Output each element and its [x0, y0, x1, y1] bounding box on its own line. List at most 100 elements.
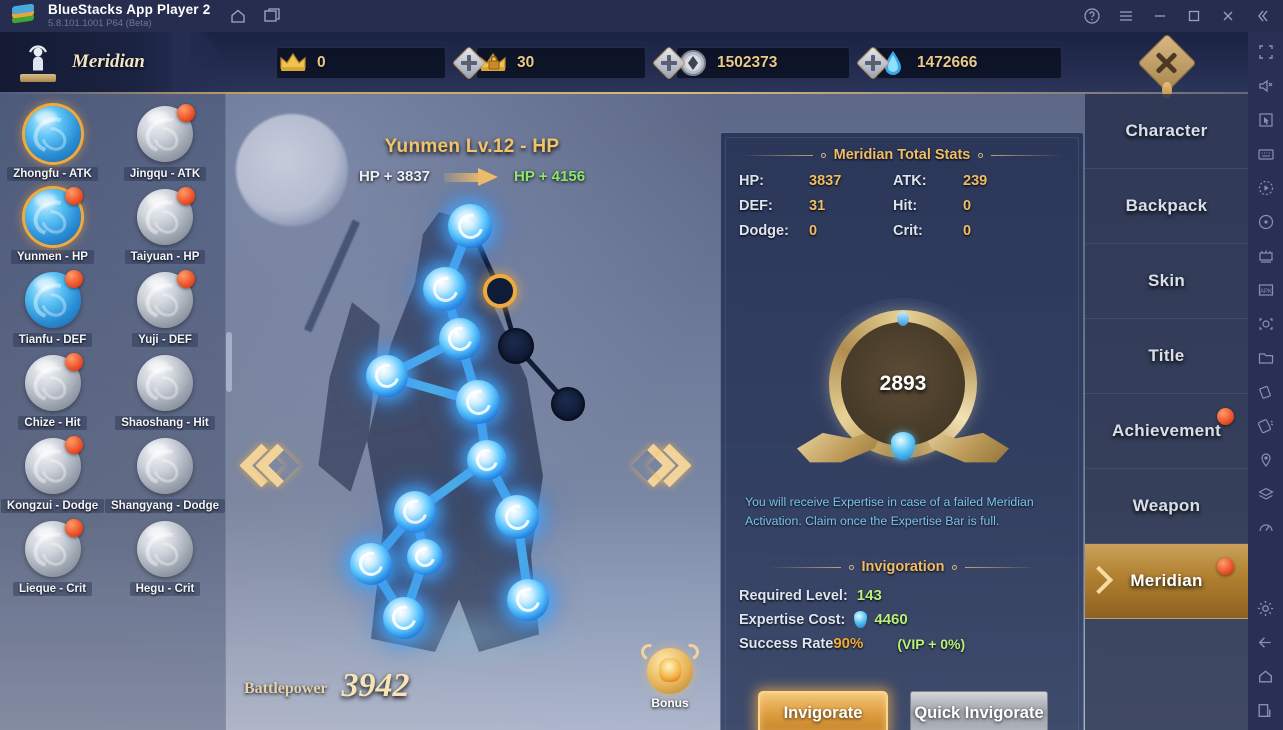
nav-item-meridian[interactable]: Meridian	[1085, 544, 1248, 619]
multi-instance-icon[interactable]	[262, 6, 282, 26]
settings-icon[interactable]	[1252, 594, 1280, 622]
stat-value: 3837	[809, 173, 842, 189]
acupoint-label: Hegu - Crit	[129, 582, 201, 596]
stat-key: HP:	[739, 173, 764, 189]
minimize-icon[interactable]	[1143, 0, 1177, 32]
meridian-node-activated[interactable]	[467, 440, 507, 480]
meridian-node-next[interactable]	[483, 274, 517, 308]
recents-icon[interactable]	[1252, 696, 1280, 724]
meridian-node-activated[interactable]	[394, 491, 436, 533]
currency-bound-gold[interactable]: 30	[476, 46, 686, 80]
maximize-icon[interactable]	[1177, 0, 1211, 32]
acupoint-label: Yuji - DEF	[132, 333, 198, 347]
acupoint-item[interactable]: Zhongfu - ATK	[0, 106, 105, 181]
acupoint-label: Lieque - Crit	[12, 582, 93, 596]
cursor-icon[interactable]	[1252, 106, 1280, 134]
bonus-button[interactable]: Bonus	[638, 641, 702, 710]
acupoint-item[interactable]: Tianfu - DEF	[0, 270, 105, 347]
acupoint-list: Zhongfu - ATK Jingqu - ATK Yunmen - HP T…	[0, 94, 226, 730]
fullscreen-icon[interactable]	[1252, 38, 1280, 66]
acupoint-label: Shangyang - Dodge	[105, 499, 225, 513]
acupoint-label: Kongzui - Dodge	[0, 499, 105, 513]
bonus-label: Bonus	[651, 696, 689, 710]
meridian-node-graph[interactable]	[226, 194, 718, 664]
currency-gold-ingot[interactable]: 0	[276, 46, 486, 80]
meridian-node-activated[interactable]	[383, 597, 425, 639]
invigorate-button[interactable]: Invigorate	[758, 691, 888, 730]
acupoint-item[interactable]: Jingqu - ATK	[105, 104, 225, 181]
bluestacks-titlebar: BlueStacks App Player 2 5.8.101.1001 P64…	[0, 0, 1283, 32]
screenshot-icon[interactable]	[1252, 310, 1280, 338]
multi-instance-manager-icon[interactable]	[1252, 242, 1280, 270]
nav-label: Backpack	[1125, 196, 1208, 215]
performance-icon[interactable]	[1252, 514, 1280, 542]
nav-item-achievement[interactable]: Achievement	[1085, 394, 1248, 469]
help-icon[interactable]	[1075, 0, 1109, 32]
acupoint-item[interactable]: Taiyuan - HP	[105, 187, 225, 264]
home-nav-icon[interactable]	[1252, 662, 1280, 690]
add-bound-gold-button[interactable]	[652, 46, 686, 80]
nav-label: Meridian	[1130, 571, 1203, 590]
macro-play-icon[interactable]	[1252, 174, 1280, 202]
water-drop-icon	[854, 611, 868, 628]
meridian-node-activated[interactable]	[350, 543, 392, 585]
invigoration-section: Invigoration Required Level: 143 Experti…	[721, 545, 1085, 659]
add-gold-button[interactable]	[452, 46, 486, 80]
tilt-icon[interactable]	[1252, 378, 1280, 406]
media-folder-icon[interactable]	[1252, 344, 1280, 372]
game-topbar: Meridian 0 30 1502373 1472666	[0, 32, 1248, 98]
nav-item-weapon[interactable]: Weapon	[1085, 469, 1248, 544]
install-apk-icon[interactable]: APK	[1252, 276, 1280, 304]
meridian-node-activated[interactable]	[439, 318, 481, 360]
currency-expertise[interactable]: 1472666	[876, 47, 1062, 79]
meridian-node-locked[interactable]	[498, 328, 534, 364]
currency-silver[interactable]: 1502373	[676, 46, 890, 80]
acupoint-item[interactable]: Kongzui - Dodge	[0, 436, 105, 513]
meridian-node-activated[interactable]	[407, 539, 443, 575]
stat-value: 31	[809, 198, 826, 214]
meridian-node-activated[interactable]	[366, 355, 408, 397]
notification-dot	[64, 270, 83, 288]
notification-dot	[177, 270, 195, 288]
close-ornament-icon[interactable]	[1137, 33, 1197, 98]
meridian-node-activated[interactable]	[495, 495, 539, 539]
total-stats-title: Meridian Total Stats	[833, 147, 971, 163]
bluestacks-title-block: BlueStacks App Player 2 5.8.101.1001 P64…	[48, 3, 210, 28]
acupoint-item[interactable]: Shangyang - Dodge	[105, 438, 225, 513]
home-icon[interactable]	[228, 6, 248, 26]
acupoint-item[interactable]: Yuji - DEF	[105, 270, 225, 347]
acupoint-item[interactable]: Chize - Hit	[0, 353, 105, 430]
mute-icon[interactable]	[1252, 72, 1280, 100]
invigoration-rows: Required Level: 143 Expertise Cost: 4460…	[739, 587, 1067, 652]
rotate-icon[interactable]	[1252, 208, 1280, 236]
success-rate-value: 90%	[833, 635, 864, 652]
close-icon[interactable]	[1211, 0, 1245, 32]
nav-item-backpack[interactable]: Backpack	[1085, 169, 1248, 244]
total-stats-grid: HP: 3837 ATK: 239 DEF: 31 Hit: 0 Dodge: …	[739, 173, 1065, 239]
acupoint-item[interactable]: Lieque - Crit	[0, 519, 105, 596]
nav-item-title[interactable]: Title	[1085, 319, 1248, 394]
meridian-node-activated[interactable]	[507, 579, 549, 621]
nav-item-skin[interactable]: Skin	[1085, 244, 1248, 319]
keyboard-controls-icon[interactable]	[1252, 140, 1280, 168]
acupoint-item[interactable]: Hegu - Crit	[105, 521, 225, 596]
node-stat-delta: HP + 3837 HP + 4156	[226, 167, 718, 186]
shake-icon[interactable]	[1252, 412, 1280, 440]
notification-dot	[64, 519, 83, 537]
add-silver-button[interactable]	[856, 46, 890, 80]
menu-icon[interactable]	[1109, 0, 1143, 32]
acupoint-item-selected[interactable]: Yunmen - HP	[0, 187, 105, 264]
back-icon[interactable]	[1252, 628, 1280, 656]
nav-item-character[interactable]: Character	[1085, 94, 1248, 169]
meridian-node-activated[interactable]	[456, 380, 500, 424]
meridian-node-activated[interactable]	[423, 267, 467, 311]
meridian-node-activated[interactable]	[448, 204, 492, 248]
next-stat: HP + 4156	[514, 168, 586, 185]
quick-invigorate-button[interactable]: Quick Invigorate	[910, 691, 1048, 730]
layers-icon[interactable]	[1252, 480, 1280, 508]
location-icon[interactable]	[1252, 446, 1280, 474]
bluestacks-sidebar: APK	[1248, 32, 1283, 730]
acupoint-item[interactable]: Shaoshang - Hit	[105, 355, 225, 430]
meridian-node-locked[interactable]	[551, 387, 585, 421]
collapse-sidebar-icon[interactable]	[1245, 0, 1279, 32]
